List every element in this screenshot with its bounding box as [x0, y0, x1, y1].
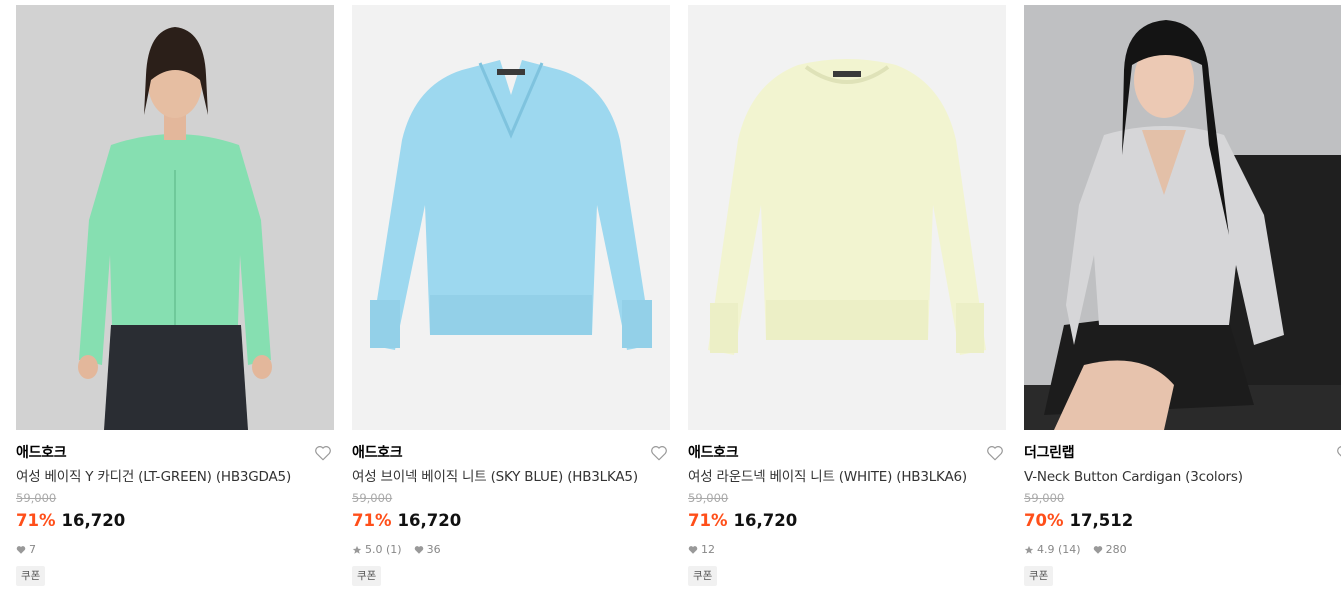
- brand-name[interactable]: 애드호크: [688, 443, 1006, 463]
- product-image[interactable]: [16, 5, 334, 430]
- discount-rate: 71%: [16, 511, 56, 530]
- price-row: 71% 16,720: [16, 509, 334, 533]
- brand-name[interactable]: 애드호크: [16, 443, 334, 463]
- heart-filled-icon: [1093, 546, 1102, 554]
- product-name[interactable]: 여성 라운드넥 베이직 니트 (WHITE) (HB3LKA6): [688, 467, 1006, 487]
- star-icon: [352, 545, 362, 554]
- product-stats: 5.0 (1) 36: [352, 542, 670, 558]
- product-name[interactable]: 여성 브이넥 베이직 니트 (SKY BLUE) (HB3LKA5): [352, 467, 670, 487]
- product-stats: 4.9 (14) 280: [1024, 542, 1341, 558]
- product-stats: 7: [16, 542, 334, 558]
- original-price: 59,000: [688, 491, 729, 505]
- product-card[interactable]: 애드호크 여성 라운드넥 베이직 니트 (WHITE) (HB3LKA6) 59…: [688, 5, 1006, 586]
- product-image[interactable]: [688, 5, 1006, 430]
- sale-price: 16,720: [733, 511, 798, 530]
- original-price: 59,000: [16, 491, 57, 505]
- discount-rate: 71%: [688, 511, 728, 530]
- star-icon: [1024, 545, 1034, 554]
- product-card[interactable]: 더그린랩 V-Neck Button Cardigan (3colors) 59…: [1024, 5, 1341, 586]
- rating: 4.9 (14): [1037, 543, 1081, 556]
- like-count: 36: [426, 543, 441, 556]
- like-count: 12: [701, 543, 715, 556]
- original-price: 59,000: [1024, 491, 1065, 505]
- coupon-badge: 쿠폰: [16, 566, 46, 586]
- like-count: 280: [1105, 543, 1127, 556]
- brand-name[interactable]: 더그린랩: [1024, 443, 1341, 463]
- heart-icon[interactable]: [314, 444, 332, 462]
- heart-icon[interactable]: [1336, 444, 1341, 462]
- heart-filled-icon: [688, 546, 698, 554]
- sale-price: 17,512: [1069, 511, 1134, 530]
- heart-icon[interactable]: [986, 444, 1004, 462]
- product-image[interactable]: [352, 5, 670, 430]
- product-image[interactable]: [1024, 5, 1341, 430]
- heart-icon[interactable]: [650, 444, 668, 462]
- discount-rate: 71%: [352, 511, 392, 530]
- sale-price: 16,720: [61, 511, 126, 530]
- coupon-badge: 쿠폰: [352, 566, 382, 586]
- brand-name[interactable]: 애드호크: [352, 443, 670, 463]
- product-grid: 애드호크 여성 베이직 Y 카디건 (LT-GREEN) (HB3GDA5) 5…: [0, 0, 1341, 601]
- product-name[interactable]: 여성 베이직 Y 카디건 (LT-GREEN) (HB3GDA5): [16, 467, 334, 487]
- sale-price: 16,720: [397, 511, 462, 530]
- original-price: 59,000: [352, 491, 393, 505]
- coupon-badge: 쿠폰: [688, 566, 718, 586]
- price-row: 71% 16,720: [352, 509, 670, 533]
- like-count: 7: [29, 543, 36, 556]
- product-card[interactable]: 애드호크 여성 베이직 Y 카디건 (LT-GREEN) (HB3GDA5) 5…: [16, 5, 334, 586]
- product-card[interactable]: 애드호크 여성 브이넥 베이직 니트 (SKY BLUE) (HB3LKA5) …: [352, 5, 670, 586]
- rating: 5.0 (1): [365, 543, 402, 556]
- discount-rate: 70%: [1024, 511, 1064, 530]
- heart-filled-icon: [414, 546, 423, 554]
- price-row: 70% 17,512: [1024, 509, 1341, 533]
- heart-filled-icon: [16, 546, 26, 554]
- product-stats: 12: [688, 542, 1006, 558]
- coupon-badge: 쿠폰: [1024, 566, 1054, 586]
- product-name[interactable]: V-Neck Button Cardigan (3colors): [1024, 467, 1341, 487]
- price-row: 71% 16,720: [688, 509, 1006, 533]
